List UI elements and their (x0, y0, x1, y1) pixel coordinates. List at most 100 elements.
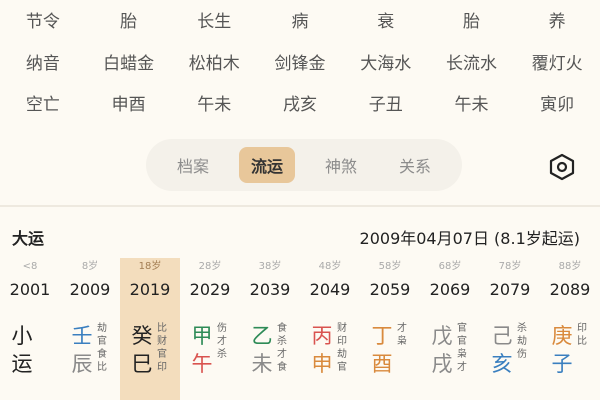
dayun-column[interactable]: 58岁 2059 丁酉才枭 (360, 258, 420, 400)
god-label: 伤 (217, 323, 227, 334)
row-label: 空亡 (25, 95, 60, 115)
earthly-branch: 申 (311, 352, 333, 376)
year-label: 2039 (249, 280, 291, 299)
earthly-branch: 运 (11, 352, 33, 376)
god-label: 伤 (517, 349, 527, 360)
earthly-branch: 戌 (431, 352, 453, 376)
heavenly-stem: 己 (491, 324, 513, 348)
god-label: 印 (337, 336, 347, 347)
row-cell: 戌亥 (283, 95, 318, 115)
year-label: 2019 (129, 280, 171, 299)
ganzhi: 丙申 (308, 322, 336, 378)
god-label: 印 (577, 323, 587, 334)
heavenly-stem: 乙 (251, 324, 273, 348)
dayun-column[interactable]: 78岁 2079 己亥杀劫伤 (480, 258, 540, 400)
age-label: 58岁 (378, 261, 402, 272)
age-label: 38岁 (258, 261, 282, 272)
ganzhi: 己亥 (488, 322, 516, 378)
dayun-column[interactable]: 68岁 2069 戊戌官官枭才 (420, 258, 480, 400)
god-label: 枭 (457, 349, 467, 360)
dayun-start-date: 2009年04月07日 (8.1岁起运) (359, 229, 580, 248)
row-cell: 胎 (120, 12, 138, 32)
dayun-columns: <8 2001 小运 8岁 2009 壬辰劫官食比 18岁 2019 癸巳比财官印 28岁 2029… (0, 258, 600, 400)
god-label: 劫 (517, 336, 527, 347)
section-divider (0, 205, 600, 207)
row-cell: 子丑 (368, 95, 403, 115)
god-label: 财 (337, 323, 347, 334)
god-label: 才 (277, 349, 287, 360)
age-label: 18岁 (138, 261, 162, 272)
dayun-column[interactable]: 38岁 2039 乙未食杀才食 (240, 258, 300, 400)
row-label: 节令 (25, 12, 60, 32)
row-cell: 覆灯火 (531, 54, 583, 74)
god-label: 财 (157, 336, 167, 347)
year-label: 2069 (429, 280, 471, 299)
god-label: 比 (157, 323, 167, 334)
god-label: 杀 (217, 349, 227, 360)
tab-archive[interactable]: 档案 (165, 147, 221, 183)
dayun-column[interactable]: 48岁 2049 丙申财印劫官 (300, 258, 360, 400)
god-label: 才 (397, 323, 407, 334)
earthly-branch: 午 (191, 352, 213, 376)
earthly-branch: 辰 (71, 352, 93, 376)
settings-icon[interactable] (548, 153, 576, 181)
row-cell: 剑锋金 (274, 54, 326, 74)
ten-gods: 才枭 (394, 322, 410, 348)
earthly-branch: 子 (551, 352, 573, 376)
row-cell: 长流水 (445, 54, 497, 74)
dayun-column[interactable]: <8 2001 小运 (0, 258, 60, 400)
god-label: 劫 (97, 323, 107, 334)
god-label: 官 (157, 349, 167, 360)
dayun-title: 大运 (12, 229, 45, 248)
earthly-branch: 酉 (371, 352, 393, 376)
god-label: 才 (457, 362, 467, 373)
age-label: 88岁 (558, 261, 582, 272)
age-label: 28岁 (198, 261, 222, 272)
year-label: 2009 (69, 280, 111, 299)
ganzhi: 乙未 (248, 322, 276, 378)
year-label: 2079 (489, 280, 531, 299)
god-label: 官 (457, 336, 467, 347)
heavenly-stem: 丙 (311, 324, 333, 348)
tab-relations[interactable]: 关系 (387, 147, 443, 183)
tab-liuyun[interactable]: 流运 (238, 147, 295, 183)
row-cell: 寅卯 (540, 95, 575, 115)
heavenly-stem: 小 (11, 324, 33, 348)
heavenly-stem: 丁 (371, 324, 393, 348)
age-label: 78岁 (498, 261, 522, 272)
ten-gods: 劫官食比 (94, 322, 110, 374)
row-cell: 养 (548, 12, 566, 32)
tab-shensha[interactable]: 神煞 (313, 147, 369, 183)
row-cell: 申酉 (111, 95, 146, 115)
god-label: 劫 (337, 349, 347, 360)
year-label: 2089 (549, 280, 591, 299)
god-label: 食 (97, 349, 107, 360)
ganzhi: 丁酉 (368, 322, 396, 378)
earthly-branch: 巳 (131, 352, 153, 376)
dayun-column[interactable]: 88岁 2089 庚子印比 (540, 258, 600, 400)
god-label: 杀 (277, 336, 287, 347)
earthly-branch: 未 (251, 352, 273, 376)
heavenly-stem: 戊 (431, 324, 453, 348)
ten-gods: 食杀才食 (274, 322, 290, 374)
god-label: 才 (217, 336, 227, 347)
ten-gods: 杀劫伤 (514, 322, 530, 361)
age-label: 48岁 (318, 261, 342, 272)
ganzhi: 戊戌 (428, 322, 456, 378)
row-cell: 衰 (377, 12, 395, 32)
dayun-column[interactable]: 18岁 2019 癸巳比财官印 (120, 258, 180, 400)
dayun-column[interactable]: 28岁 2029 甲午伤才杀 (180, 258, 240, 400)
row-cell: 大海水 (360, 54, 412, 74)
row-cell: 长生 (197, 12, 232, 32)
god-label: 官 (337, 362, 347, 373)
heavenly-stem: 甲 (191, 324, 213, 348)
god-label: 杀 (517, 323, 527, 334)
year-label: 2029 (189, 280, 231, 299)
row-label: 纳音 (25, 54, 60, 74)
jieling-row: 节令 胎 长生 病 衰 胎 养 (0, 2, 600, 42)
dayun-column[interactable]: 8岁 2009 壬辰劫官食比 (60, 258, 120, 400)
ganzhi: 壬辰 (68, 322, 96, 378)
year-label: 2001 (9, 280, 51, 299)
age-label: 8岁 (81, 261, 99, 272)
ganzhi: 甲午 (188, 322, 216, 378)
